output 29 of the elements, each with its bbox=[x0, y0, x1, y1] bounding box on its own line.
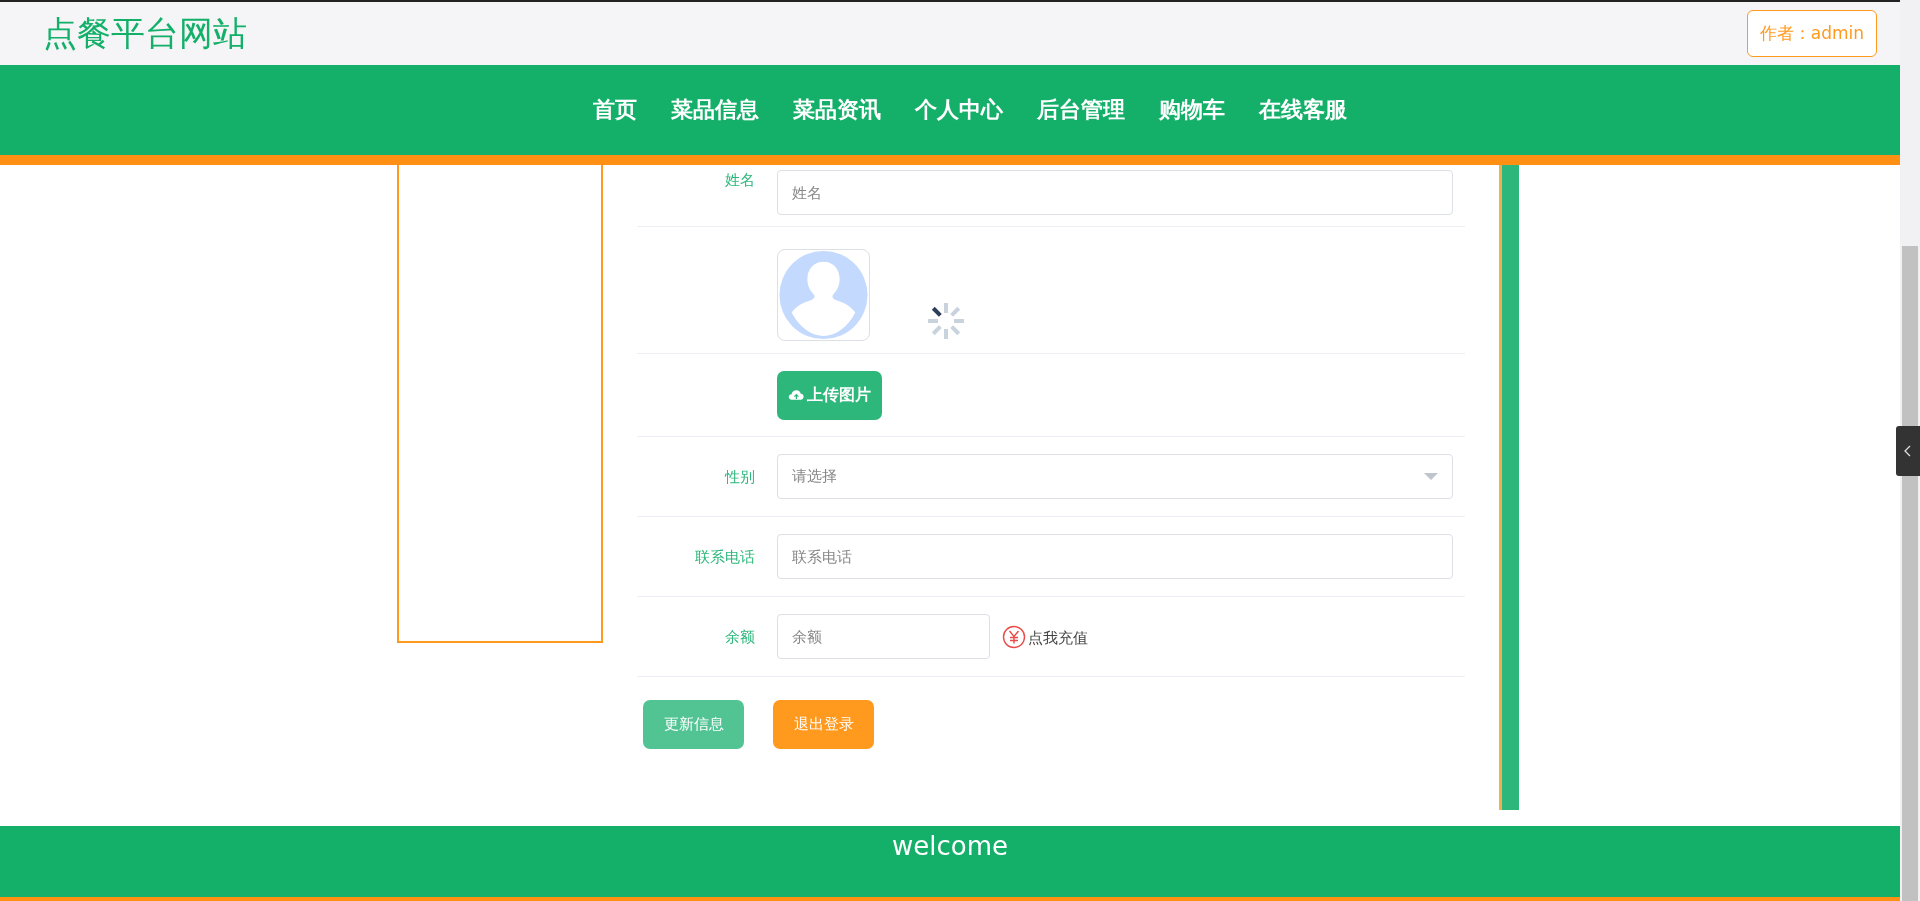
field-label: 余额 bbox=[725, 627, 755, 646]
nav-link[interactable]: 菜品信息 bbox=[671, 95, 759, 126]
footer-text: welcome bbox=[892, 830, 1008, 861]
recharge-link[interactable]: 点我充值 bbox=[1028, 629, 1088, 649]
nav-link[interactable]: 个人中心 bbox=[915, 95, 1003, 126]
field-label: 联系电话 bbox=[695, 547, 755, 566]
scrollbar-thumb[interactable] bbox=[1902, 246, 1918, 901]
logout-button[interactable]: 退出登录 bbox=[773, 700, 874, 750]
field-label: 姓名 bbox=[725, 171, 755, 190]
chevron-left-icon bbox=[1903, 444, 1913, 458]
loading-spinner-icon bbox=[926, 301, 966, 342]
caret-icon bbox=[1424, 473, 1438, 481]
author-button[interactable]: 作者：admin bbox=[1746, 10, 1877, 58]
update-button[interactable]: 更新信息 bbox=[643, 700, 744, 750]
input-field[interactable]: 联系电话 bbox=[777, 534, 1453, 580]
input-field[interactable]: 余额 bbox=[777, 614, 990, 660]
nav-link[interactable]: 首页 bbox=[593, 95, 637, 126]
site-title: 点餐平台网站 bbox=[43, 11, 247, 55]
nav-link[interactable]: 后台管理 bbox=[1037, 95, 1125, 126]
nav-link[interactable]: 菜品资讯 bbox=[793, 95, 881, 126]
upload-button[interactable]: 上传图片 bbox=[777, 370, 882, 420]
cloud-upload-icon bbox=[788, 389, 804, 402]
side-tab[interactable] bbox=[1896, 426, 1920, 476]
nav-link[interactable]: 在线客服 bbox=[1259, 95, 1347, 126]
nav-link[interactable]: 购物车 bbox=[1159, 95, 1225, 126]
input-field[interactable]: 姓名 bbox=[777, 170, 1453, 216]
field-label: 性别 bbox=[725, 467, 755, 486]
yuan-icon bbox=[1002, 624, 1026, 649]
select-field[interactable]: 请选择 bbox=[777, 454, 1453, 500]
